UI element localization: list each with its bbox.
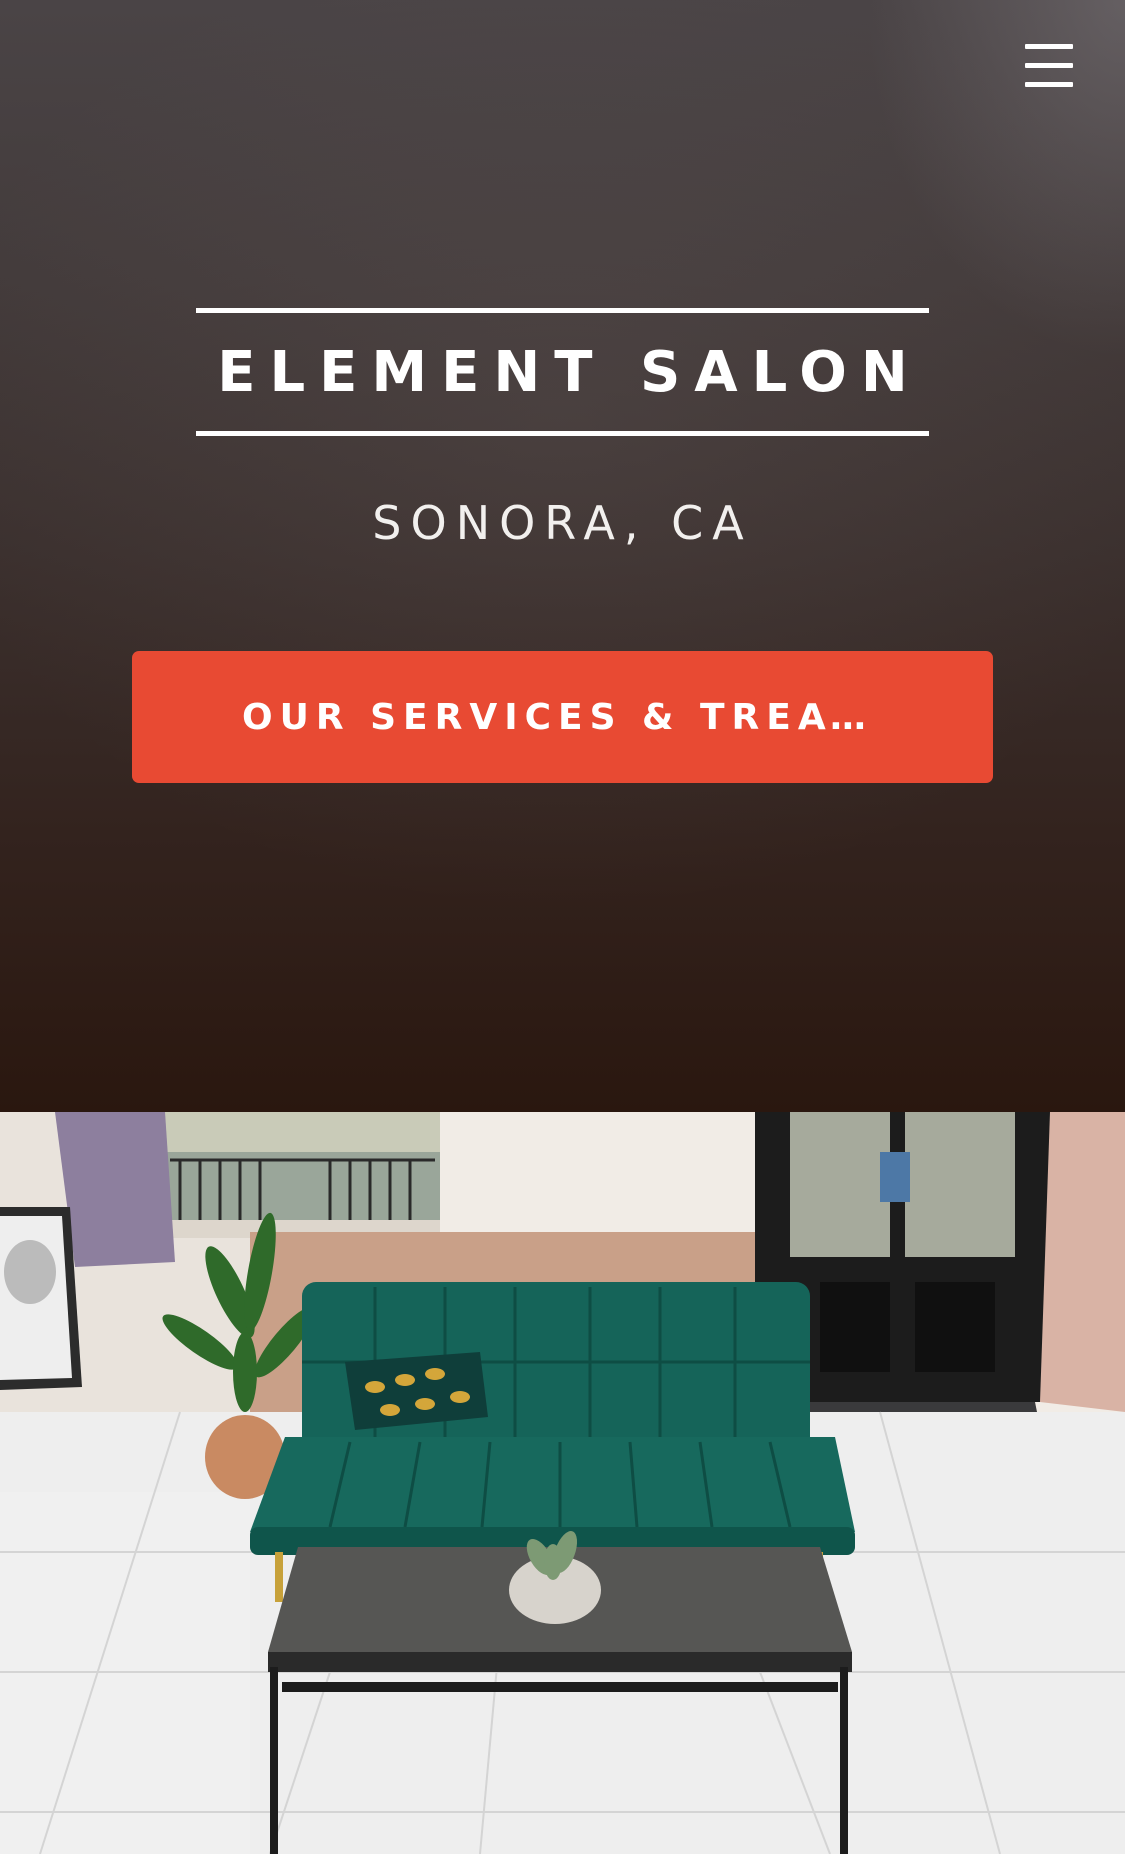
hamburger-menu-icon[interactable] [1025,44,1073,88]
menu-bar-middle [1025,63,1073,68]
services-button-label: OUR SERVICES & TREATME… [242,696,883,738]
title-frame: ELEMENT SALON [196,308,929,436]
menu-bar-bottom [1025,82,1073,87]
hero-section: ELEMENT SALON SONORA, CA OUR SERVICES & … [0,0,1125,1112]
salon-name: ELEMENT SALON [217,339,922,405]
services-button[interactable]: OUR SERVICES & TREATME… [132,651,993,783]
menu-bar-top [1025,44,1073,49]
salon-location: SONORA, CA [372,496,753,550]
salon-lounge-photo [0,1112,1125,1854]
salon-lounge-illustration [0,1112,1125,1854]
